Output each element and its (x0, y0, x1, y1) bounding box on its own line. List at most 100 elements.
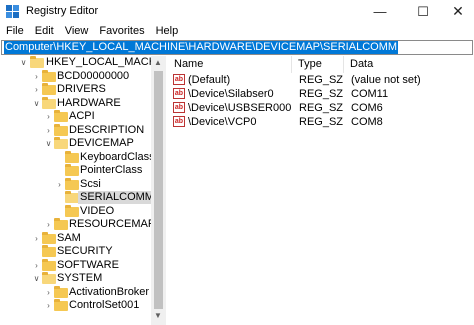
tree-item-security[interactable]: SECURITY (0, 245, 151, 258)
tree-label: Scsi (80, 178, 101, 190)
tree-item-hkey-local-machine[interactable]: ∨ HKEY_LOCAL_MACHINE (0, 56, 165, 69)
tree-label: DESCRIPTION (69, 124, 145, 136)
chevron-right-icon[interactable]: › (44, 301, 53, 310)
close-button[interactable]: ✕ (440, 0, 474, 23)
tree-label: ActivationBroker (69, 286, 150, 298)
menu-file[interactable]: File (0, 23, 29, 40)
folder-icon (65, 178, 79, 190)
value-name: \Device\VCP0 (188, 116, 257, 128)
value-type: REG_SZ (299, 88, 344, 100)
menu-favorites[interactable]: Favorites (93, 23, 149, 40)
tree-item-resourcemap[interactable]: › RESOURCEMAP (0, 218, 155, 231)
menu-bar: File Edit View Favorites Help (0, 23, 474, 40)
chevron-down-icon[interactable]: ∨ (44, 139, 53, 148)
folder-icon (54, 299, 68, 311)
folder-icon (42, 70, 56, 82)
tree-item-activationbroker[interactable]: › ActivationBroker (0, 286, 151, 299)
column-header-data[interactable]: Data (344, 56, 474, 73)
tree-label: HARDWARE (57, 97, 121, 109)
chevron-down-icon[interactable]: ∨ (32, 99, 41, 108)
tree-item-scsi[interactable]: › Scsi (0, 178, 151, 191)
chevron-right-icon[interactable]: › (44, 288, 53, 297)
minimize-button[interactable]: — (362, 0, 398, 23)
string-value-icon: ab (173, 102, 185, 113)
tree-item-keyboardclass[interactable]: KeyboardClass (0, 151, 155, 164)
menu-help[interactable]: Help (150, 23, 184, 40)
menu-edit[interactable]: Edit (29, 23, 59, 40)
value-name: \Device\Silabser0 (188, 88, 274, 100)
tree-item-description[interactable]: › DESCRIPTION (0, 124, 151, 137)
value-row[interactable]: ab (Default) REG_SZ (value not set) (168, 73, 474, 87)
tree-item-sam[interactable]: › SAM (0, 232, 151, 245)
folder-icon (42, 232, 56, 244)
tree-label: BCD00000000 (57, 70, 130, 82)
string-value-icon: ab (173, 74, 185, 85)
tree-item-serialcomm[interactable]: SERIALCOMM (0, 191, 156, 204)
tree-item-video[interactable]: VIDEO (0, 205, 151, 218)
chevron-right-icon[interactable]: › (44, 126, 53, 135)
key-tree: ∨ HKEY_LOCAL_MACHINE › BCD00000000 › DRI… (0, 56, 166, 325)
tree-item-software[interactable]: › SOFTWARE (0, 259, 151, 272)
tree-label: RESOURCEMAP (69, 218, 156, 230)
menu-view[interactable]: View (59, 23, 94, 40)
address-path[interactable]: Computer\HKEY_LOCAL_MACHINE\HARDWARE\DEV… (4, 41, 399, 54)
tree-label: KeyboardClass (80, 151, 155, 163)
value-data: (value not set) (351, 74, 421, 86)
tree-item-drivers[interactable]: › DRIVERS (0, 83, 151, 96)
value-type: REG_SZ (299, 116, 344, 128)
tree-item-system[interactable]: ∨ SYSTEM (0, 272, 151, 285)
tree-item-controlset001[interactable]: › ControlSet001 (0, 299, 151, 312)
folder-open-icon (42, 272, 56, 284)
tree-item-bcd[interactable]: › BCD00000000 (0, 70, 151, 83)
tree-label: SECURITY (57, 245, 113, 257)
chevron-right-icon[interactable]: › (32, 234, 41, 243)
column-header-name[interactable]: Name (168, 56, 292, 73)
tree-label: ControlSet001 (69, 299, 140, 311)
scroll-down-arrow-icon[interactable]: ▼ (154, 311, 162, 320)
tree-label: VIDEO (80, 205, 115, 217)
value-row[interactable]: ab \Device\Silabser0 REG_SZ COM11 (168, 87, 474, 101)
chevron-right-icon[interactable]: › (44, 112, 53, 121)
tree-label: HKEY_LOCAL_MACHINE (46, 56, 166, 68)
window-title: Registry Editor (26, 5, 99, 17)
tree-label: ACPI (69, 110, 95, 122)
string-value-icon: ab (173, 116, 185, 127)
chevron-right-icon[interactable]: › (32, 85, 41, 94)
folder-icon (65, 151, 79, 163)
chevron-down-icon[interactable]: ∨ (32, 274, 41, 283)
column-header-type[interactable]: Type (292, 56, 344, 73)
tree-item-acpi[interactable]: › ACPI (0, 110, 151, 123)
chevron-right-icon[interactable]: › (32, 72, 41, 81)
tree-item-devicemap[interactable]: ∨ DEVICEMAP (0, 137, 151, 150)
chevron-right-icon[interactable]: › (55, 180, 64, 189)
scroll-up-arrow-icon[interactable]: ▲ (154, 58, 162, 67)
chevron-right-icon[interactable]: › (32, 261, 41, 270)
folder-open-icon (54, 137, 68, 149)
tree-label: SOFTWARE (57, 259, 119, 271)
tree-scrollbar[interactable]: ▲ ▼ (151, 56, 166, 325)
tree-item-hardware[interactable]: ∨ HARDWARE (0, 97, 151, 110)
value-name: (Default) (188, 74, 231, 86)
value-data: COM8 (351, 116, 383, 128)
maximize-button[interactable]: ☐ (405, 0, 441, 23)
value-row[interactable]: ab \Device\VCP0 REG_SZ COM8 (168, 115, 474, 129)
value-row[interactable]: ab \Device\USBSER000 REG_SZ COM6 (168, 101, 474, 115)
tree-label-selected: SERIALCOMM (78, 191, 156, 204)
values-list: Name Type Data ab (Default) REG_SZ (valu… (168, 56, 474, 325)
folder-icon (54, 110, 68, 122)
chevron-down-icon[interactable]: ∨ (19, 58, 28, 67)
value-name: \Device\USBSER000 (188, 102, 292, 114)
folder-icon (42, 83, 56, 95)
chevron-right-icon[interactable]: › (44, 220, 53, 229)
folder-icon (42, 245, 56, 257)
tree-item-pointerclass[interactable]: PointerClass (0, 164, 151, 177)
folder-icon (54, 218, 68, 230)
folder-icon (65, 164, 79, 176)
folder-open-icon (65, 191, 79, 203)
address-bar[interactable]: Computer\HKEY_LOCAL_MACHINE\HARDWARE\DEV… (1, 40, 473, 55)
folder-open-icon (30, 56, 44, 68)
scroll-thumb[interactable] (154, 71, 163, 309)
folder-open-icon (42, 97, 56, 109)
value-type: REG_SZ (299, 74, 344, 86)
tree-label: SAM (57, 232, 81, 244)
